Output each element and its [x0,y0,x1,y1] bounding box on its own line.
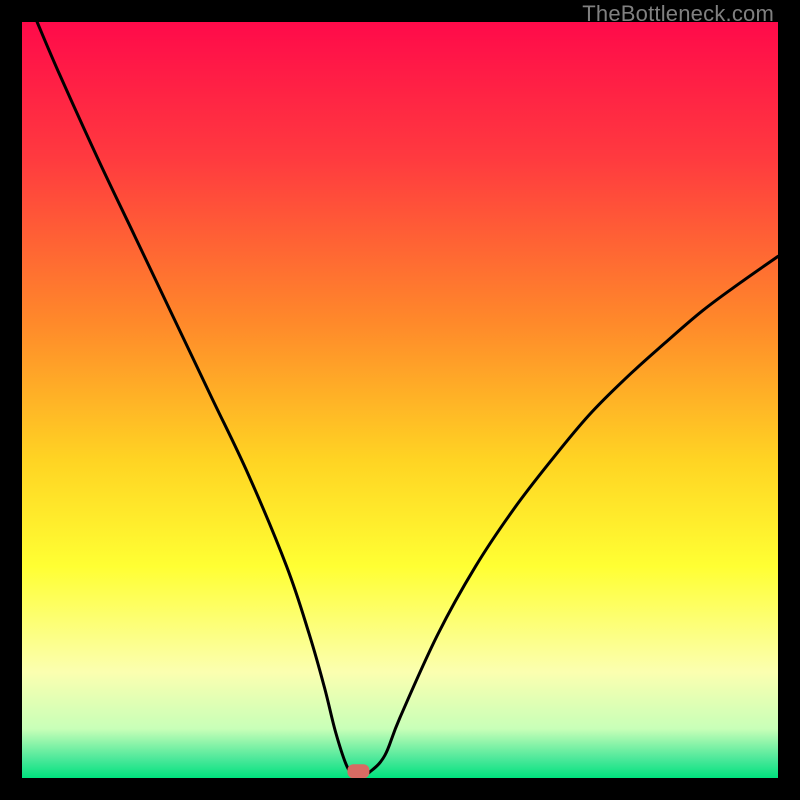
gradient-background [22,22,778,778]
optimal-marker [347,764,369,778]
chart-frame: TheBottleneck.com [0,0,800,800]
watermark-text: TheBottleneck.com [582,1,774,27]
plot-area [22,22,778,778]
chart-svg [22,22,778,778]
